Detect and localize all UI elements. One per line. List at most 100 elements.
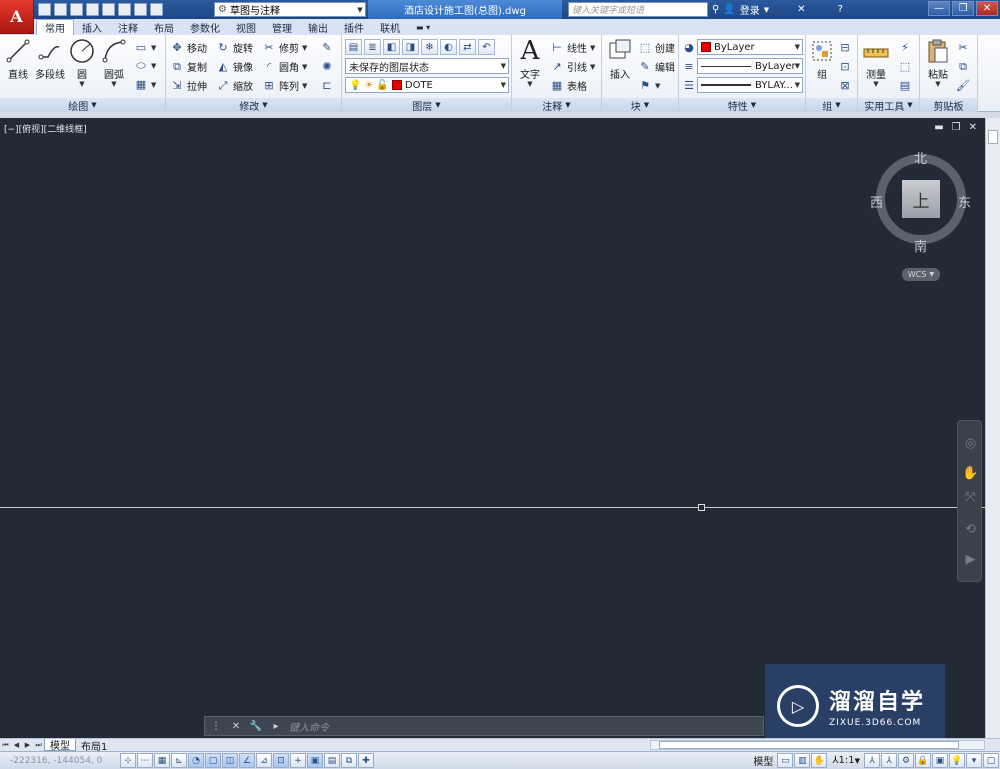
steering-wheel-icon[interactable]: ◎ bbox=[962, 435, 979, 452]
command-history-icon[interactable]: ▸ bbox=[269, 719, 283, 733]
match-properties-button[interactable]: 🖌 bbox=[956, 77, 970, 94]
leader-button[interactable]: ↗ 引线 ▼ bbox=[550, 58, 595, 75]
compass-north[interactable]: 北 bbox=[914, 148, 927, 167]
login-link[interactable]: 登录 bbox=[740, 2, 760, 17]
color-select[interactable]: ByLayer ▼ bbox=[697, 39, 803, 55]
tab-layout1[interactable]: 布局1 bbox=[76, 739, 112, 753]
layer-isolate-icon[interactable]: ◧ bbox=[383, 39, 400, 55]
tab-model[interactable]: 模型 bbox=[44, 739, 76, 752]
current-layer-select[interactable]: 💡 ☀ 🔓 DOTE ▼ bbox=[345, 77, 509, 93]
annotation-visibility-icon[interactable]: ⅄ bbox=[864, 753, 880, 768]
stretch-button[interactable]: ⇲ 拉伸 bbox=[170, 77, 207, 94]
layer-previous-icon[interactable]: ↶ bbox=[478, 39, 495, 55]
exchange-icon[interactable]: ✕ bbox=[797, 4, 805, 15]
viewport-restore-icon[interactable]: ❐ bbox=[952, 122, 961, 133]
rotate-button[interactable]: ↻ 旋转 bbox=[216, 39, 253, 56]
viewport-close-icon[interactable]: ✕ bbox=[969, 122, 977, 133]
save-as-icon[interactable] bbox=[86, 3, 99, 16]
drawing-area[interactable]: [−][俯视][二维线框] ▬ ❐ ✕ ◎ ✋ ⤧ ⟲ ▶ bbox=[0, 118, 985, 738]
group-button[interactable]: 组 bbox=[806, 38, 838, 81]
undo-icon[interactable] bbox=[134, 3, 147, 16]
insert-block-button[interactable]: 插入 bbox=[604, 38, 636, 81]
erase-button[interactable]: ✎ bbox=[320, 39, 334, 56]
wcs-menu[interactable]: WCS ▼ bbox=[902, 268, 940, 281]
tab-parametric[interactable]: 参数化 bbox=[182, 19, 228, 35]
compass-west[interactable]: 西 bbox=[870, 192, 883, 211]
plot-icon[interactable] bbox=[118, 3, 131, 16]
explode-button[interactable]: ✺ bbox=[320, 58, 334, 75]
workspace-switch-icon[interactable]: ⚙ bbox=[898, 753, 914, 768]
tab-insert[interactable]: 插入 bbox=[74, 19, 110, 35]
scale-button[interactable]: ⤢ 缩放 bbox=[216, 77, 253, 94]
quick-view-layouts-icon[interactable]: ▭ bbox=[777, 753, 794, 768]
edit-block-button[interactable]: ✎ 编辑 bbox=[638, 58, 675, 75]
horizontal-scroll-thumb[interactable] bbox=[659, 741, 959, 749]
orbit-icon[interactable]: ⟲ bbox=[962, 521, 979, 538]
layer-properties-icon[interactable]: ▤ bbox=[345, 39, 362, 55]
last-layout-icon[interactable]: ⏭ bbox=[33, 740, 44, 751]
quick-select-button[interactable]: ⚡ bbox=[898, 39, 912, 56]
clean-screen-icon[interactable]: ▢ bbox=[983, 753, 999, 768]
tab-manage[interactable]: 管理 bbox=[264, 19, 300, 35]
offset-button[interactable]: ⊏ bbox=[320, 77, 334, 94]
tab-view[interactable]: 视图 bbox=[228, 19, 264, 35]
group-edit-button[interactable]: ⊡ bbox=[838, 58, 852, 75]
tab-annotate[interactable]: 注释 bbox=[110, 19, 146, 35]
select-all-button[interactable]: ⬚ bbox=[898, 58, 912, 75]
panel-layers-title[interactable]: 图层 ▼ bbox=[342, 98, 511, 113]
paste-button[interactable]: 粘贴 ▼ bbox=[922, 38, 954, 88]
next-layout-icon[interactable]: ▶ bbox=[22, 740, 33, 751]
hardware-acceleration-icon[interactable]: ▣ bbox=[932, 753, 948, 768]
binoculars-icon[interactable]: ⚲ bbox=[712, 4, 719, 15]
viewcube[interactable]: 上 北 南 东 西 WCS ▼ bbox=[870, 148, 972, 288]
quick-view-drawings-icon[interactable]: ▥ bbox=[794, 753, 811, 768]
object-snap-tracking-icon[interactable]: ∠ bbox=[239, 753, 255, 768]
linetype-select[interactable]: ByLayer ▼ bbox=[697, 58, 803, 74]
compass-east[interactable]: 东 bbox=[958, 192, 971, 211]
quick-properties-icon[interactable]: ▤ bbox=[324, 753, 340, 768]
open-file-icon[interactable] bbox=[54, 3, 67, 16]
new-file-icon[interactable] bbox=[38, 3, 51, 16]
close-button[interactable]: ✕ bbox=[976, 1, 998, 16]
infer-constraints-icon[interactable]: ⊹ bbox=[120, 753, 136, 768]
tab-home[interactable]: 常用 bbox=[36, 19, 74, 35]
fillet-button[interactable]: ◜ 圆角 ▼ bbox=[262, 58, 308, 75]
measure-button[interactable]: 测量 ▼ bbox=[860, 38, 892, 88]
panel-groups-title[interactable]: 组 ▼ bbox=[806, 98, 857, 113]
create-block-button[interactable]: ⬚ 创建 bbox=[638, 39, 675, 56]
arc-button[interactable]: 圆弧 ▼ bbox=[98, 38, 130, 88]
ortho-mode-icon[interactable]: ⊾ bbox=[171, 753, 187, 768]
layer-state-select[interactable]: 未保存的图层状态 ▼ bbox=[345, 58, 509, 74]
help-icon[interactable]: ? bbox=[838, 4, 843, 15]
pan-icon[interactable]: ✋ bbox=[811, 753, 828, 768]
panel-draw-title[interactable]: 绘图 ▼ bbox=[0, 98, 165, 113]
line-button[interactable]: 直线 bbox=[2, 38, 34, 81]
copy-clip-button[interactable]: ⧉ bbox=[956, 58, 970, 75]
vertical-scrollbar[interactable] bbox=[985, 118, 1000, 738]
annotation-monitor-icon[interactable]: ✚ bbox=[358, 753, 374, 768]
restore-button[interactable]: ❐ bbox=[952, 1, 974, 16]
search-input[interactable]: 键入关键字或短语 bbox=[568, 2, 708, 17]
panel-block-title[interactable]: 块 ▼ bbox=[602, 98, 678, 113]
drawn-horizontal-line[interactable] bbox=[0, 507, 985, 508]
ellipse-button[interactable]: ⬭ ▼ bbox=[134, 57, 156, 74]
rectangle-button[interactable]: ▭ ▼ bbox=[134, 39, 157, 56]
layer-unisolate-icon[interactable]: ◨ bbox=[402, 39, 419, 55]
compass-south[interactable]: 南 bbox=[914, 236, 927, 255]
panel-properties-title[interactable]: 特性 ▼ bbox=[679, 98, 805, 113]
lock-ui-icon[interactable]: 🔒 bbox=[915, 753, 931, 768]
layer-off-icon[interactable]: ◐ bbox=[440, 39, 457, 55]
minimize-button[interactable]: — bbox=[928, 1, 950, 16]
tab-layout[interactable]: 布局 bbox=[146, 19, 182, 35]
polar-tracking-icon[interactable]: ◔ bbox=[188, 753, 204, 768]
move-button[interactable]: ✥ 移动 bbox=[170, 39, 207, 56]
layer-match-icon[interactable]: ⇄ bbox=[459, 39, 476, 55]
ribbon-minimize-toggle[interactable]: ▬ ▾ bbox=[408, 19, 438, 35]
grid-display-icon[interactable]: ▦ bbox=[154, 753, 170, 768]
publish-icon[interactable] bbox=[102, 3, 115, 16]
selection-cycling-icon[interactable]: ⧉ bbox=[341, 753, 357, 768]
cut-button[interactable]: ✂ bbox=[956, 39, 970, 56]
table-button[interactable]: ▦ 表格 bbox=[550, 77, 587, 94]
application-menu-button[interactable]: A bbox=[0, 0, 34, 34]
pan-hand-icon[interactable]: ✋ bbox=[962, 465, 979, 482]
